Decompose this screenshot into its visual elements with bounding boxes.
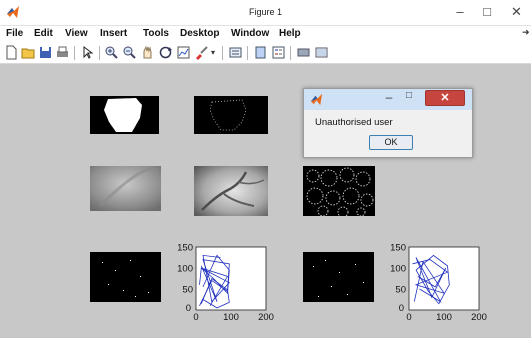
brush-icon[interactable] <box>194 45 209 60</box>
message-dialog: – □ ✕ Unauthorised user OK <box>303 88 473 158</box>
zoom-in-icon[interactable] <box>104 45 119 60</box>
y-tick-label: 150 <box>390 243 406 254</box>
data-cursor-icon[interactable] <box>176 45 191 60</box>
menu-tools[interactable]: Tools <box>143 28 169 39</box>
y-tick-label: 100 <box>390 264 406 275</box>
minimize-button[interactable]: – <box>447 2 473 22</box>
x-tick-label: 100 <box>223 312 239 320</box>
ok-button[interactable]: OK <box>369 135 413 150</box>
dialog-body: Unauthorised user OK <box>304 110 472 157</box>
mask-contour-image <box>194 96 268 134</box>
pan-icon[interactable] <box>140 45 155 60</box>
toolbar: ▾ <box>0 42 531 64</box>
open-icon[interactable] <box>21 45 36 60</box>
x-tick-label: 0 <box>406 312 411 320</box>
y-tick-label: 50 <box>395 285 406 296</box>
x-tick-label: 200 <box>258 312 274 320</box>
y-tick-label: 50 <box>182 285 193 296</box>
dialog-message: Unauthorised user <box>315 117 393 128</box>
maximize-button[interactable]: □ <box>474 2 500 22</box>
print-icon[interactable] <box>55 45 70 60</box>
x-tick-label: 200 <box>471 312 487 320</box>
toolbar-separator <box>247 46 248 60</box>
toolbar-separator <box>290 46 291 60</box>
y-tick-label: 150 <box>177 243 193 254</box>
y-tick-label: 0 <box>186 303 191 314</box>
triangulation-plot-2: 0 100 200 50 100 150 0 <box>390 243 487 321</box>
menu-window[interactable]: Window <box>231 28 269 39</box>
hide-plot-tools-icon[interactable] <box>296 45 311 60</box>
x-tick-label: 100 <box>436 312 452 320</box>
dialog-minimize-button[interactable]: – <box>380 90 398 104</box>
pointer-icon[interactable] <box>80 45 95 60</box>
menu-overflow-icon[interactable]: ➜ <box>522 27 530 38</box>
matlab-logo-icon <box>310 93 323 106</box>
colorbar-icon[interactable] <box>253 45 268 60</box>
feature-points-image <box>90 252 161 302</box>
vein-grayscale-image <box>90 166 161 211</box>
link-icon[interactable] <box>228 45 243 60</box>
vein-enhanced-image <box>194 166 268 216</box>
figure-window: Figure 1 – □ ✕ File Edit View Insert Too… <box>0 0 531 338</box>
menu-file[interactable]: File <box>6 28 23 39</box>
dialog-close-button[interactable]: ✕ <box>425 90 465 106</box>
x-tick-label: 0 <box>193 312 198 320</box>
new-figure-icon[interactable] <box>4 45 19 60</box>
toolbar-separator <box>222 46 223 60</box>
toolbar-separator <box>99 46 100 60</box>
feature-points-image <box>303 252 374 302</box>
menu-edit[interactable]: Edit <box>34 28 53 39</box>
close-button[interactable]: ✕ <box>502 2 531 22</box>
binary-mask-image <box>90 96 159 134</box>
menu-help[interactable]: Help <box>279 28 301 39</box>
triangulation-plot-1: 0 100 200 50 100 150 0 <box>177 243 274 321</box>
menu-bar: File Edit View Insert Tools Desktop Wind… <box>0 26 531 42</box>
menu-desktop[interactable]: Desktop <box>180 28 219 39</box>
vein-segmented-image <box>303 166 375 216</box>
y-tick-label: 0 <box>399 303 404 314</box>
title-bar: Figure 1 – □ ✕ <box>0 0 531 26</box>
show-plot-tools-icon[interactable] <box>314 45 329 60</box>
menu-insert[interactable]: Insert <box>100 28 127 39</box>
menu-view[interactable]: View <box>65 28 88 39</box>
save-icon[interactable] <box>38 45 53 60</box>
y-tick-label: 100 <box>177 264 193 275</box>
toolbar-separator <box>74 46 75 60</box>
dialog-title-bar: – □ ✕ <box>304 89 472 110</box>
chevron-down-icon[interactable]: ▾ <box>211 48 215 57</box>
dialog-maximize-button[interactable]: □ <box>400 90 418 101</box>
zoom-out-icon[interactable] <box>122 45 137 60</box>
rotate-icon[interactable] <box>158 45 173 60</box>
legend-icon[interactable] <box>271 45 286 60</box>
